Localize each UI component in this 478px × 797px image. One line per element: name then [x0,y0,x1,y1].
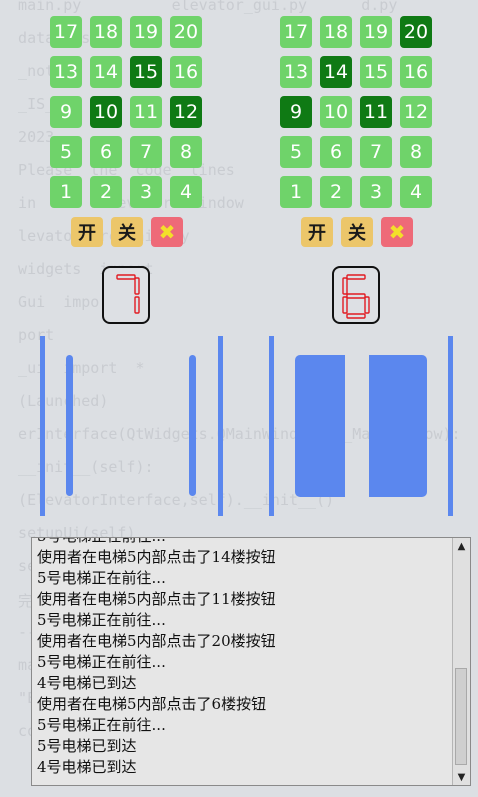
background-code-line: Gui import [0,293,118,311]
floor-button[interactable]: 20 [400,16,432,48]
segment-c [364,296,370,314]
log-line: 5号电梯正在前往... [37,569,166,587]
floor-button[interactable]: 17 [50,16,82,48]
floor-button[interactable]: 5 [50,136,82,168]
segment-c [134,296,140,314]
scroll-up-icon[interactable]: ▲ [453,538,470,554]
floor-button[interactable]: 6 [90,136,122,168]
log-line: 使用者在电梯5内部点击了14楼按钮 [37,548,276,566]
close-x-icon: ✖ [158,220,176,244]
log-line: 使用者在电梯5内部点击了20楼按钮 [37,632,276,650]
floor-button[interactable]: 7 [130,136,162,168]
log-line: 使用者在电梯5内部点击了11楼按钮 [37,590,276,608]
floor-display-left [102,266,150,324]
scrollbar-thumb[interactable] [455,668,467,765]
floor-button[interactable]: 2 [320,176,352,208]
shaft-wall-left [40,336,45,516]
floor-button[interactable]: 13 [280,56,312,88]
floor-button[interactable]: 19 [360,16,392,48]
floor-button[interactable]: 9 [280,96,312,128]
shaft-wall-right [218,336,223,516]
floor-button[interactable]: 18 [320,16,352,48]
floor-button[interactable]: 1 [50,176,82,208]
background-code-line: main.py elevator_gui.py d.py [0,0,398,14]
floor-button[interactable]: 3 [130,176,162,208]
floor-button[interactable]: 11 [130,96,162,128]
shaft-wall-left [269,336,274,516]
floor-button[interactable]: 16 [400,56,432,88]
background-code-line: (Launched) [0,392,109,410]
segment-b [134,277,140,295]
segment-d [346,313,366,319]
open-door-button-left[interactable]: 开 [71,217,103,247]
background-code-line: port [0,326,55,344]
floor-button[interactable]: 10 [320,96,352,128]
floor-display-right [332,266,380,324]
floor-button[interactable]: 6 [320,136,352,168]
background-code-line: (ElevatorInterface,self).__init__() [0,491,335,509]
floor-button[interactable]: 11 [360,96,392,128]
floor-button[interactable]: 14 [320,56,352,88]
vertical-scrollbar[interactable]: ▲ ▼ [452,538,470,785]
floor-button[interactable]: 15 [130,56,162,88]
floor-button[interactable]: 13 [50,56,82,88]
floor-button[interactable]: 12 [170,96,202,128]
floor-button[interactable]: 19 [130,16,162,48]
floor-button[interactable]: 14 [90,56,122,88]
segment-a [116,274,136,280]
seven-segment-digit [342,274,370,319]
elevator-door-left [66,355,73,496]
segment-a [346,274,366,280]
shaft-wall-right [448,336,453,516]
floor-button[interactable]: 5 [280,136,312,168]
log-line: 5号电梯正在前往... [37,611,166,629]
alarm-button-left[interactable]: ✖ [151,217,183,247]
segment-f [342,277,348,295]
floor-button[interactable]: 3 [360,176,392,208]
elevator-door-right [369,355,427,497]
floor-button[interactable]: 16 [170,56,202,88]
close-x-icon: ✖ [388,220,406,244]
floor-button[interactable]: 18 [90,16,122,48]
open-door-button-right[interactable]: 开 [301,217,333,247]
log-line: 5号电梯已到达 [37,737,137,755]
background-code-line: __init__(self): [0,458,154,476]
floor-button[interactable]: 10 [90,96,122,128]
log-line: 4号电梯已到达 [37,674,137,692]
log-line: 5号电梯正在前往... [37,538,450,547]
scroll-down-icon[interactable]: ▼ [453,769,470,785]
alarm-button-right[interactable]: ✖ [381,217,413,247]
floor-button[interactable]: 17 [280,16,312,48]
log-text-area[interactable]: 5号电梯正在前往...使用者在电梯5内部点击了14楼按钮5号电梯正在前往...使… [31,537,471,786]
seven-segment-digit [116,274,140,314]
floor-button[interactable]: 8 [400,136,432,168]
log-line: 4号电梯已到达 [37,758,137,776]
floor-button[interactable]: 12 [400,96,432,128]
elevator-door-left [295,355,345,497]
floor-button[interactable]: 2 [90,176,122,208]
close-door-button-right[interactable]: 关 [341,217,373,247]
segment-e [342,296,348,314]
segment-g [346,293,366,299]
background-code-line: 2023 [0,128,55,146]
floor-button-panel-left: 17 18 19 20 13 14 15 16 9 10 11 12 5 6 7 8 1 2 3 4 [50,16,202,208]
log-lines: 5号电梯正在前往...使用者在电梯5内部点击了14楼按钮5号电梯正在前往...使… [37,538,450,778]
floor-button-panel-right: 17 18 19 20 13 14 15 16 9 10 11 12 5 6 7 8 1 2 3 4 [280,16,432,208]
floor-button[interactable]: 7 [360,136,392,168]
floor-button[interactable]: 4 [170,176,202,208]
floor-button[interactable]: 8 [170,136,202,168]
log-line: 使用者在电梯5内部点击了6楼按钮 [37,695,267,713]
floor-button[interactable]: 1 [280,176,312,208]
door-controls-right: 开 关 ✖ [301,217,413,247]
floor-button[interactable]: 9 [50,96,82,128]
elevator-door-right [189,355,196,496]
floor-button[interactable]: 20 [170,16,202,48]
floor-button[interactable]: 4 [400,176,432,208]
door-controls-left: 开 关 ✖ [71,217,183,247]
log-line: 5号电梯正在前往... [37,716,166,734]
log-line: 5号电梯正在前往... [37,653,166,671]
floor-button[interactable]: 15 [360,56,392,88]
close-door-button-left[interactable]: 关 [111,217,143,247]
